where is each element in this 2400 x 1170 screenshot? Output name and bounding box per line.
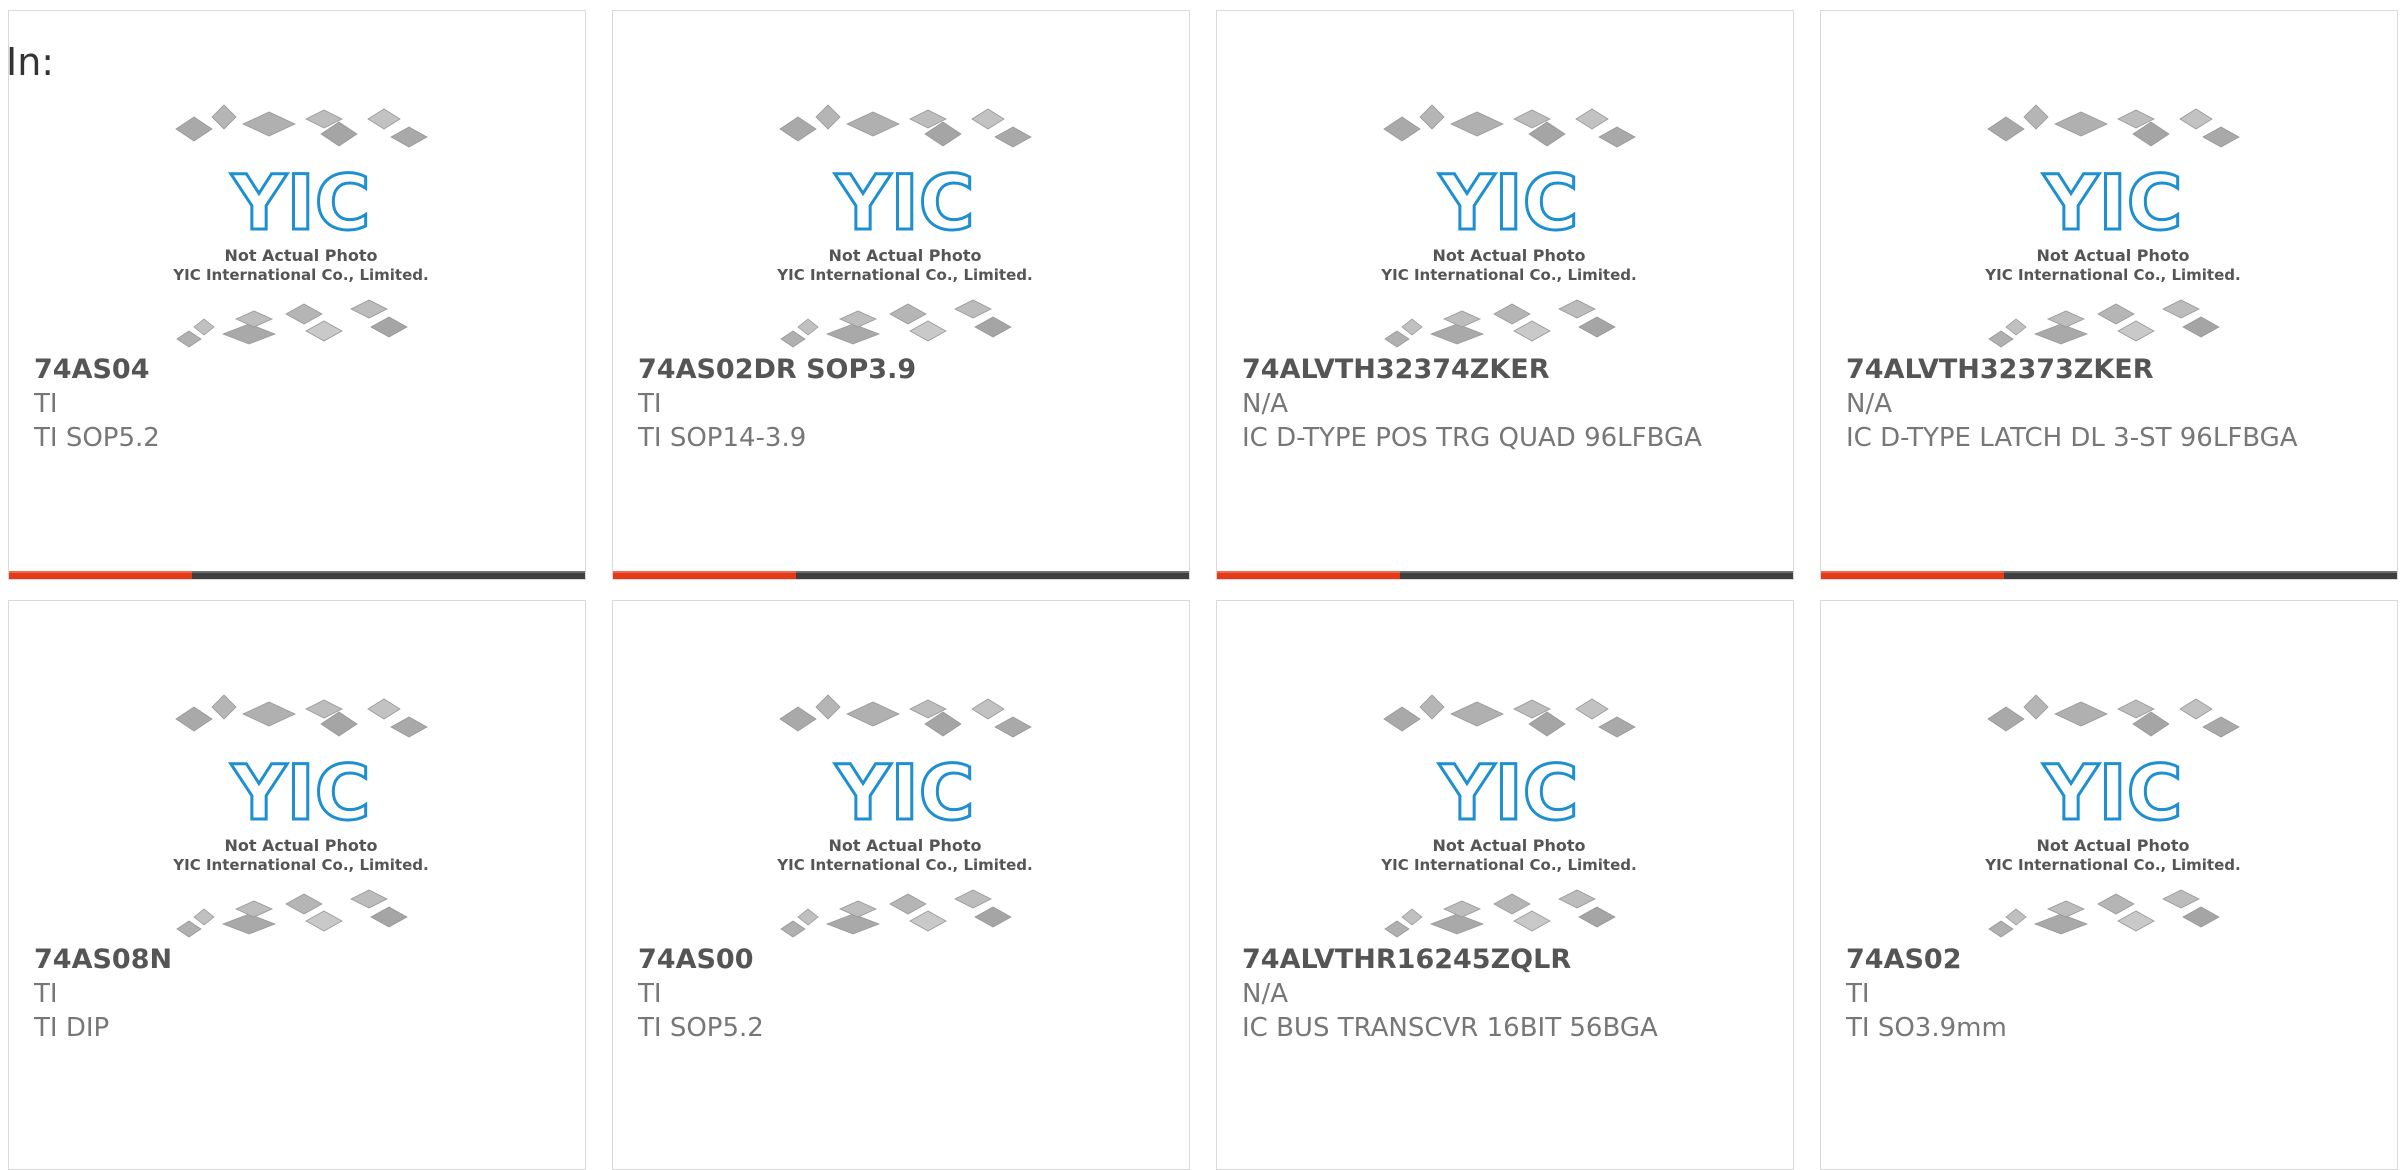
product-image[interactable]: YICNot Actual PhotoYIC International Co.… — [1372, 99, 1647, 349]
card-bottom-bar — [9, 571, 585, 579]
image-caption-line1: Not Actual Photo — [224, 836, 377, 855]
part-number-link[interactable]: 74AS08N — [34, 943, 575, 977]
product-image[interactable]: YICNot Actual PhotoYIC International Co.… — [1372, 689, 1647, 939]
product-card[interactable]: YIC Not Actual Photo YIC International Co.… — [8, 10, 586, 580]
part-number-link[interactable]: 74ALVTHR16245ZQLR — [1242, 943, 1783, 977]
manufacturer: TI — [638, 979, 662, 1009]
yic-logo: YIC — [2042, 748, 2182, 837]
part-number-link[interactable]: 74AS02 — [1846, 943, 2387, 977]
card-bottom-bar — [1821, 571, 2397, 579]
image-caption-line2: YIC International Co., Limited. — [1380, 266, 1636, 284]
description: IC D-TYPE POS TRG QUAD 96LFBGA — [1242, 423, 1702, 453]
yic-logo: YIC — [1438, 748, 1578, 837]
image-caption-line1: Not Actual Photo — [2036, 246, 2189, 265]
manufacturer: TI — [34, 979, 58, 1009]
card-bottom-bar — [613, 571, 1189, 579]
product-image[interactable]: YICNot Actual PhotoYIC International Co.… — [768, 689, 1043, 939]
product-card[interactable]: YIC Not Actual Photo YIC International Co.… — [612, 10, 1190, 580]
product-grid: YIC Not Actual Photo YIC International Co.… — [0, 0, 2400, 1170]
image-caption-line1: Not Actual Photo — [2036, 836, 2189, 855]
image-caption-line2: YIC International Co., Limited. — [776, 856, 1032, 874]
product-card[interactable]: YIC Not Actual Photo YIC International Co.… — [8, 600, 586, 1170]
yic-logo: YIC — [834, 158, 974, 247]
image-caption-line1: Not Actual Photo — [1432, 246, 1585, 265]
manufacturer: N/A — [1242, 389, 1288, 419]
image-caption-line1: Not Actual Photo — [828, 246, 981, 265]
product-image[interactable]: YICNot Actual PhotoYIC International Co.… — [768, 99, 1043, 349]
image-caption-line1: Not Actual Photo — [828, 836, 981, 855]
description: TI SOP14-3.9 — [638, 423, 807, 453]
description: TI DIP — [34, 1013, 110, 1043]
product-card[interactable]: YIC Not Actual Photo YIC International Co.… — [1216, 600, 1794, 1170]
product-image[interactable]: YICNot Actual PhotoYIC International Co.… — [164, 99, 439, 349]
image-caption-line2: YIC International Co., Limited. — [1984, 856, 2240, 874]
manufacturer: N/A — [1846, 389, 1892, 419]
part-number-link[interactable]: 74AS02DR SOP3.9 — [638, 353, 1179, 387]
product-image[interactable]: YICNot Actual PhotoYIC International Co.… — [164, 689, 439, 939]
yic-logo: YIC — [230, 158, 370, 247]
card-bottom-bar — [1217, 571, 1793, 579]
description: TI SOP5.2 — [638, 1013, 764, 1043]
manufacturer: TI — [34, 389, 58, 419]
product-card[interactable]: YIC Not Actual Photo YIC International Co.… — [1820, 600, 2398, 1170]
image-caption-line2: YIC International Co., Limited. — [1984, 266, 2240, 284]
description: TI SOP5.2 — [34, 423, 160, 453]
manufacturer: TI — [638, 389, 662, 419]
yic-logo: YIC — [2042, 158, 2182, 247]
part-number-link[interactable]: 74AS00 — [638, 943, 1179, 977]
image-caption-line2: YIC International Co., Limited. — [776, 266, 1032, 284]
in-label: In: — [6, 40, 55, 84]
description: IC D-TYPE LATCH DL 3-ST 96LFBGA — [1846, 423, 2298, 453]
image-caption-line1: Not Actual Photo — [224, 246, 377, 265]
product-card[interactable]: YIC Not Actual Photo YIC International Co.… — [612, 600, 1190, 1170]
product-image[interactable]: YICNot Actual PhotoYIC International Co.… — [1976, 689, 2251, 939]
part-number-link[interactable]: 74ALVTH32374ZKER — [1242, 353, 1783, 387]
description: IC BUS TRANSCVR 16BIT 56BGA — [1242, 1013, 1658, 1043]
yic-logo: YIC — [230, 748, 370, 837]
image-caption-line2: YIC International Co., Limited. — [172, 856, 428, 874]
product-card[interactable]: YIC Not Actual Photo YIC International Co.… — [1216, 10, 1794, 580]
yic-logo: YIC — [834, 748, 974, 837]
part-number-link[interactable]: 74AS04 — [34, 353, 575, 387]
manufacturer: TI — [1846, 979, 1870, 1009]
product-card[interactable]: YIC Not Actual Photo YIC International Co.… — [1820, 10, 2398, 580]
part-number-link[interactable]: 74ALVTH32373ZKER — [1846, 353, 2387, 387]
yic-logo: YIC — [1438, 158, 1578, 247]
manufacturer: N/A — [1242, 979, 1288, 1009]
image-caption-line1: Not Actual Photo — [1432, 836, 1585, 855]
image-caption-line2: YIC International Co., Limited. — [172, 266, 428, 284]
description: TI SO3.9mm — [1846, 1013, 2007, 1043]
image-caption-line2: YIC International Co., Limited. — [1380, 856, 1636, 874]
product-image[interactable]: YICNot Actual PhotoYIC International Co.… — [1976, 99, 2251, 349]
